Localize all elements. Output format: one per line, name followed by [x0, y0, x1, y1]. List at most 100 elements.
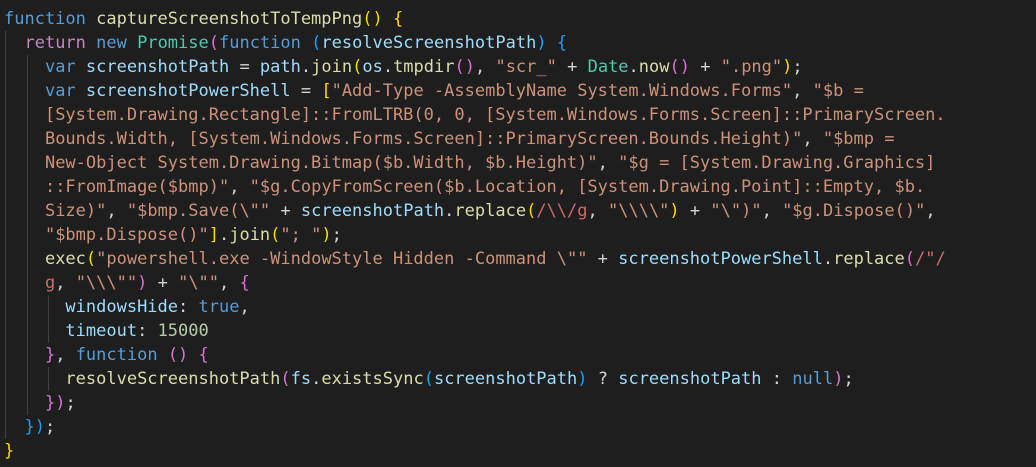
code-token: ( — [280, 369, 291, 389]
code-token: , — [219, 273, 240, 293]
code-token: , — [474, 57, 496, 77]
code-token: "powershell.exe -WindowStyle Hidden -Com… — [96, 249, 588, 269]
code-token: ".png" — [720, 57, 783, 77]
code-token: . — [300, 57, 312, 77]
code-token: "$bmp.Dispose()" — [44, 225, 209, 245]
code-token: : — [761, 369, 793, 389]
indent-guide — [5, 271, 6, 295]
code-line[interactable]: windowsHide: true, — [0, 295, 1036, 319]
indent-guide — [5, 319, 6, 343]
code-line[interactable]: }, function () { — [0, 343, 1036, 367]
indent-guide — [26, 295, 28, 319]
code-token: var — [44, 57, 86, 77]
code-line[interactable]: function captureScreenshotToTempPng() { — [0, 7, 1036, 31]
indent-guide — [26, 319, 28, 343]
code-line[interactable]: return new Promise(function (resolveScre… — [0, 31, 1036, 55]
code-token: tmpdir — [393, 57, 455, 77]
code-token: screenshotPath — [433, 369, 578, 389]
code-token: + — [690, 57, 721, 77]
code-token: }) — [44, 393, 66, 413]
indent-guide — [26, 223, 28, 247]
indent-guide — [5, 367, 6, 391]
indent-guide — [26, 199, 28, 223]
code-token: . — [311, 369, 322, 389]
code-line[interactable]: var screenshotPath = path.join(os.tmpdir… — [0, 55, 1036, 79]
code-line[interactable]: ::FromImage($bmp)", "$g.CopyFromScreen($… — [0, 175, 1036, 199]
code-token: ( — [423, 369, 434, 389]
code-line[interactable]: }); — [0, 391, 1036, 415]
code-token: fs — [290, 369, 312, 389]
code-token: ; — [843, 369, 854, 389]
code-token: ( — [85, 249, 97, 269]
indent-guide — [26, 175, 28, 199]
indent-guide — [26, 271, 28, 295]
code-line[interactable]: Bounds.Width, [System.Windows.Forms.Scre… — [0, 127, 1036, 151]
code-line[interactable]: resolveScreenshotPath(fs.existsSync(scre… — [0, 367, 1036, 391]
code-token: true — [198, 297, 240, 317]
code-token: : — [137, 321, 158, 341]
code-line[interactable]: [System.Drawing.Rectangle]::FromLTRB(0, … — [0, 103, 1036, 127]
code-line[interactable]: Size)", "$bmp.Save(\"" + screenshotPath.… — [0, 199, 1036, 223]
code-token: ] — [208, 225, 219, 245]
code-token: , — [597, 153, 619, 173]
code-token: screenshotPowerShell — [618, 249, 823, 269]
code-line[interactable]: var screenshotPowerShell = ["Add-Type -A… — [0, 79, 1036, 103]
code-line[interactable]: }); — [0, 415, 1036, 439]
indent-guide — [48, 295, 50, 319]
code-token: ) { — [536, 33, 568, 53]
code-token: . — [628, 57, 639, 77]
code-line[interactable]: exec("powershell.exe -WindowStyle Hidden… — [0, 247, 1036, 271]
code-token: join — [229, 225, 271, 245]
indent-guide — [5, 391, 6, 415]
indent-guide — [26, 343, 28, 367]
code-token: /\\/g — [536, 201, 588, 221]
code-token: ; — [65, 393, 76, 413]
indent-guide — [26, 247, 28, 271]
code-token: New-Object System.Drawing.Bitmap($b.Widt… — [44, 153, 598, 173]
code-line[interactable]: timeout: 15000 — [0, 319, 1036, 343]
code-editor[interactable]: function captureScreenshotToTempPng() { … — [0, 0, 1036, 467]
code-token: screenshotPowerShell — [85, 81, 291, 101]
code-token: captureScreenshotToTempPng — [96, 9, 363, 29]
indent-guide — [5, 151, 6, 175]
code-token: null — [792, 369, 834, 389]
code-token: screenshotPath — [85, 57, 230, 77]
indent-guide — [26, 103, 28, 127]
code-line[interactable]: "$bmp.Dispose()"].join("; "); — [0, 223, 1036, 247]
code-token: [ — [321, 81, 332, 101]
code-token: ( — [270, 225, 281, 245]
code-token: , — [229, 177, 250, 197]
indent-guide — [5, 55, 6, 79]
code-token: "; " — [280, 225, 322, 245]
code-token: ? — [587, 369, 619, 389]
code-token: "\\\\" — [608, 201, 670, 221]
code-line[interactable]: g, "\\\"") + "\"", { — [0, 271, 1036, 295]
code-line[interactable]: New-Object System.Drawing.Bitmap($b.Widt… — [0, 151, 1036, 175]
indent-guide — [26, 151, 28, 175]
code-token: = — [229, 57, 260, 77]
code-token: , — [55, 273, 76, 293]
code-token: , — [761, 201, 783, 221]
code-token: resolveScreenshotPath — [321, 33, 537, 53]
code-token: existsSync — [321, 369, 424, 389]
code-token: . — [444, 201, 455, 221]
code-line[interactable]: } — [0, 439, 1036, 463]
code-token: , — [792, 81, 813, 101]
code-token: [System.Drawing.Rectangle]::FromLTRB(0, … — [44, 105, 946, 125]
code-token: "$b = — [812, 81, 864, 101]
code-token: "\")" — [710, 201, 762, 221]
code-token: timeout — [65, 321, 138, 341]
code-token: . — [218, 225, 230, 245]
